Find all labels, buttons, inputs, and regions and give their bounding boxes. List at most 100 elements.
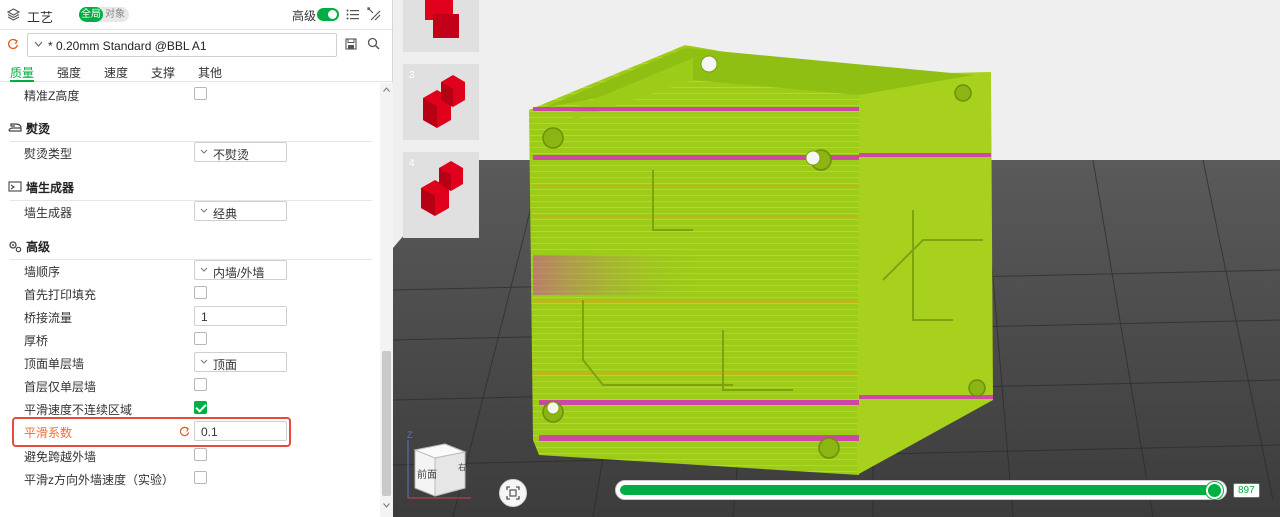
layer-number-badge: 897 xyxy=(1233,483,1260,498)
cube-right-label: 右 xyxy=(458,463,466,472)
search-icon[interactable] xyxy=(367,37,380,50)
plate-model-icon xyxy=(425,0,459,38)
setting-bridge-flow: 桥接流量 1 xyxy=(0,306,380,328)
build-plate-scene xyxy=(393,45,1280,517)
cube-front-label: 前面 xyxy=(417,470,437,481)
toggle-knob xyxy=(328,10,337,19)
setting-label: 墙生成器 xyxy=(24,206,73,220)
chevron-down-icon xyxy=(200,208,208,213)
preset-value: * 0.20mm Standard @BBL A1 xyxy=(48,39,207,53)
infill-first-checkbox[interactable] xyxy=(194,286,207,299)
smooth-speed-checkbox[interactable] xyxy=(194,401,207,414)
scrollbar-thumb[interactable] xyxy=(382,351,391,496)
scope-toggle[interactable]: 全局 对象 xyxy=(79,7,129,22)
setting-label: 首层仅单层墙 xyxy=(24,380,97,394)
settings-list: 精准Z高度 熨烫 熨烫类型 不熨烫 墙生成器 墙生成器 经典 高级 墙顺序 内墙… xyxy=(0,83,380,517)
highlight-box xyxy=(12,417,291,447)
tab-support[interactable]: 支撑 xyxy=(151,64,175,81)
select-value: 顶面 xyxy=(213,358,238,372)
section-advanced: 高级 xyxy=(0,235,380,260)
process-panel: 工艺 全局 对象 高级 * 0.20mm Standard @BBL A1 质量… xyxy=(0,0,393,517)
settings-tabs: 质量 强度 速度 支撑 其他 xyxy=(0,60,393,82)
advanced-toggle[interactable] xyxy=(317,8,339,21)
wall-generator-icon xyxy=(8,181,22,192)
plate-number: 3 xyxy=(409,70,415,81)
iron-icon xyxy=(8,123,22,132)
plate-number: 4 xyxy=(409,158,415,169)
bridge-flow-input[interactable]: 1 xyxy=(194,306,287,326)
chevron-down-icon xyxy=(200,267,208,272)
plate-thumbnail[interactable] xyxy=(403,0,479,52)
list-icon[interactable] xyxy=(346,8,359,21)
setting-infill-first: 首先打印填充 xyxy=(0,283,380,305)
plate-thumbnail-4[interactable]: 4 xyxy=(403,152,479,238)
section-wall-generator: 墙生成器 xyxy=(0,176,380,201)
chevron-down-icon xyxy=(200,149,208,154)
plate-thumbnail-3[interactable]: 3 xyxy=(403,64,479,140)
scroll-down-icon[interactable] xyxy=(383,503,390,508)
active-tab-indicator xyxy=(10,80,34,82)
gears-icon xyxy=(9,241,22,253)
setting-ironing-type: 熨烫类型 不熨烫 xyxy=(0,142,380,164)
process-header: 工艺 全局 对象 高级 xyxy=(0,0,393,30)
reset-icon[interactable] xyxy=(7,38,19,50)
setting-label: 熨烫类型 xyxy=(24,147,73,161)
process-preset-select[interactable]: * 0.20mm Standard @BBL A1 xyxy=(27,33,337,57)
setting-label: 桥接流量 xyxy=(24,311,73,325)
save-icon[interactable] xyxy=(345,38,357,50)
tab-speed[interactable]: 速度 xyxy=(104,64,128,81)
scroll-up-icon[interactable] xyxy=(383,87,390,92)
layers-icon xyxy=(7,8,20,21)
setting-label: 平滑z方向外墙速度（实验） xyxy=(24,473,175,487)
top-one-wall-select[interactable]: 顶面 xyxy=(194,352,287,372)
setting-wall-generator: 墙生成器 经典 xyxy=(0,201,380,223)
wall-generator-select[interactable]: 经典 xyxy=(194,201,287,221)
input-value: 1 xyxy=(201,310,208,324)
scope-global-option[interactable]: 全局 xyxy=(79,7,103,22)
setting-label: 避免跨越外墙 xyxy=(24,450,97,464)
layer-slider[interactable] xyxy=(615,480,1227,500)
view-navigation-cube[interactable]: Z 前面 右 xyxy=(405,430,475,500)
tab-quality[interactable]: 质量 xyxy=(10,64,34,81)
settings-scrollbar[interactable] xyxy=(380,83,393,517)
section-ironing: 熨烫 xyxy=(0,117,380,142)
precise-z-checkbox[interactable] xyxy=(194,87,207,100)
section-title: 熨烫 xyxy=(26,122,51,136)
select-value: 不熨烫 xyxy=(213,148,250,162)
axis-label: Z xyxy=(407,430,413,440)
thick-bridges-checkbox[interactable] xyxy=(194,332,207,345)
setting-precise-z-height: 精准Z高度 xyxy=(0,84,380,106)
ironing-type-select[interactable]: 不熨烫 xyxy=(194,142,287,162)
select-value: 内墙/外墙 xyxy=(213,266,265,280)
wall-order-select[interactable]: 内墙/外墙 xyxy=(194,260,287,280)
avoid-crossing-checkbox[interactable] xyxy=(194,448,207,461)
setting-top-one-wall: 顶面单层墙 顶面 xyxy=(0,352,380,374)
chevron-down-icon xyxy=(34,41,43,47)
setting-wall-order: 墙顺序 内墙/外墙 xyxy=(0,260,380,282)
compare-icon[interactable] xyxy=(367,7,381,21)
setting-avoid-crossing-walls: 避免跨越外墙 xyxy=(0,445,380,467)
setting-first-layer-one-wall: 首层仅单层墙 xyxy=(0,375,380,397)
setting-label: 墙顺序 xyxy=(24,265,61,279)
tab-others[interactable]: 其他 xyxy=(198,64,222,81)
fit-view-button[interactable] xyxy=(499,479,527,507)
setting-label: 顶面单层墙 xyxy=(24,357,85,371)
preset-row: * 0.20mm Standard @BBL A1 xyxy=(0,30,393,60)
advanced-label: 高级 xyxy=(292,9,317,23)
fit-view-icon xyxy=(506,486,520,500)
3d-viewport[interactable]: 3 4 Z 前面 右 897 xyxy=(393,0,1280,517)
section-title: 高级 xyxy=(26,240,51,254)
select-value: 经典 xyxy=(213,207,238,221)
panel-title: 工艺 xyxy=(27,10,54,25)
setting-label: 平滑速度不连续区域 xyxy=(24,403,133,417)
chevron-down-icon xyxy=(200,359,208,364)
smooth-z-checkbox[interactable] xyxy=(194,471,207,484)
scope-object-option[interactable]: 对象 xyxy=(105,7,125,22)
layer-slider-handle[interactable] xyxy=(1206,482,1223,499)
setting-smooth-z-speed: 平滑z方向外墙速度（实验） xyxy=(0,468,380,490)
setting-label: 首先打印填充 xyxy=(24,288,97,302)
layer-slider-fill xyxy=(620,485,1210,495)
setting-label: 厚桥 xyxy=(24,334,49,348)
tab-strength[interactable]: 强度 xyxy=(57,64,81,81)
first-layer-one-wall-checkbox[interactable] xyxy=(194,378,207,391)
